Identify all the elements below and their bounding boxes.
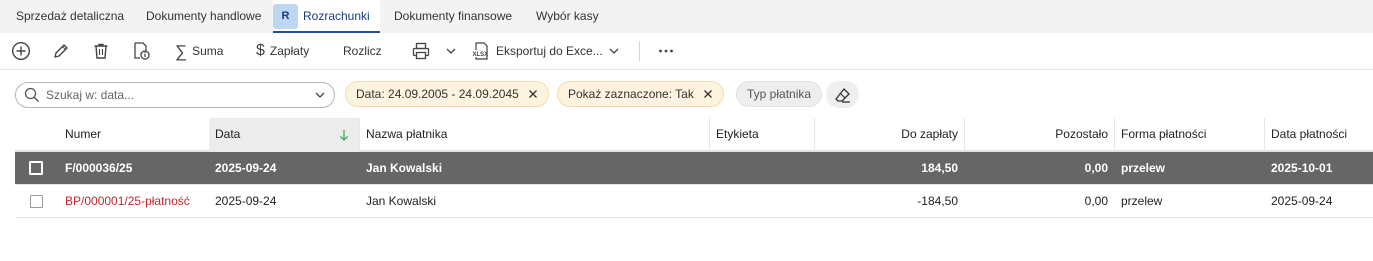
date-filter-remove-button[interactable] (528, 89, 538, 99)
chevron-down-icon[interactable] (314, 89, 326, 101)
tab-trade-documents[interactable]: Dokumenty handlowe (146, 0, 261, 33)
printer-icon (412, 42, 430, 60)
cell-date: 2025-09-24 (215, 194, 277, 208)
search-input[interactable] (46, 88, 314, 102)
show-selected-filter-label: Pokaż zaznaczone: Tak (568, 87, 694, 101)
table-row[interactable]: BP/000001/25-płatność 2025-09-24 Jan Kow… (15, 185, 1373, 218)
table-header: Numer Data Nazwa płatnika Etykieta Do za… (15, 118, 1373, 152)
eraser-icon (834, 87, 850, 103)
search-icon (24, 87, 39, 102)
settlements-table: Numer Data Nazwa płatnika Etykieta Do za… (15, 118, 1373, 218)
sum-button[interactable]: ∑ Suma (175, 38, 223, 64)
cell-remaining: 0,00 (1084, 161, 1108, 175)
cell-to-pay: 184,50 (921, 161, 958, 175)
cell-payer: Jan Kowalski (366, 161, 443, 175)
tab-settlements[interactable]: R Rozrachunki (273, 0, 380, 33)
cell-payment-date: 2025-09-24 (1271, 194, 1333, 208)
cell-payment-date: 2025-10-01 (1271, 161, 1333, 175)
sigma-icon: ∑ (175, 41, 188, 61)
xlsx-file-icon: XLSX (472, 42, 489, 60)
edit-button[interactable] (52, 38, 70, 64)
cell-remaining: 0,00 (1084, 194, 1108, 208)
more-horizontal-icon (659, 49, 673, 53)
preview-button[interactable] (131, 38, 151, 64)
column-header-tag[interactable]: Etykieta (710, 118, 814, 152)
more-button[interactable] (657, 38, 675, 64)
cell-payer: Jan Kowalski (366, 194, 437, 208)
sum-button-label: Suma (192, 44, 224, 58)
plus-circle-icon (11, 41, 31, 61)
row-checkbox[interactable] (30, 195, 43, 208)
payments-button[interactable]: $ Zapłaty (256, 38, 309, 64)
payer-type-filter-label: Typ płatnika (747, 87, 812, 101)
date-filter-label: Data: 24.09.2005 - 24.09.2045 (356, 87, 519, 101)
pencil-icon (54, 44, 68, 58)
dollar-icon: $ (256, 42, 265, 59)
delete-button[interactable] (92, 38, 110, 64)
tab-settlements-label: Rozrachunki (303, 9, 370, 23)
close-icon (703, 90, 712, 98)
cell-date: 2025-09-24 (215, 161, 277, 175)
chevron-down-icon (609, 48, 619, 54)
module-tabs: Sprzedaż detaliczna Dokumenty handlowe R… (0, 0, 1373, 33)
svg-text:XLSX: XLSX (473, 52, 489, 58)
tab-financial-documents[interactable]: Dokumenty finansowe (394, 0, 512, 33)
tab-badge: R (273, 4, 298, 29)
settle-button-label: Rozlicz (343, 44, 382, 58)
cell-tag (710, 185, 814, 218)
tab-cash-register-selection[interactable]: Wybór kasy (536, 0, 599, 33)
search-box[interactable] (15, 82, 335, 108)
column-header-date-label: Data (215, 127, 241, 141)
table-row[interactable]: F/000036/25 2025-09-24 Jan Kowalski 184,… (15, 152, 1373, 185)
export-excel-label: Eksportuj do Exce... (496, 44, 603, 58)
clear-filters-button[interactable] (826, 81, 859, 108)
cell-payment-form: przelew (1121, 194, 1163, 208)
date-filter-chip[interactable]: Data: 24.09.2005 - 24.09.2045 (345, 81, 549, 107)
export-excel-button[interactable]: XLSX Eksportuj do Exce... (471, 38, 620, 64)
cell-payment-form: przelew (1121, 161, 1166, 175)
show-selected-filter-remove-button[interactable] (703, 89, 713, 99)
row-checkbox[interactable] (29, 161, 43, 175)
toolbar: ∑ Suma $ Zapłaty Rozlicz XLSX Eksportuj … (0, 33, 1373, 70)
trash-icon (94, 43, 108, 59)
payments-button-label: Zapłaty (269, 44, 310, 58)
column-header-payment-date[interactable]: Data płatności (1265, 118, 1373, 152)
settle-button[interactable]: Rozlicz (343, 38, 382, 64)
tab-retail-sales[interactable]: Sprzedaż detaliczna (16, 0, 124, 33)
document-info-icon (134, 42, 150, 60)
filter-bar: Data: 24.09.2005 - 24.09.2045 Pokaż zazn… (0, 70, 1373, 118)
column-header-number[interactable]: Numer (59, 118, 209, 152)
sort-descending-arrow-icon (340, 130, 348, 141)
cell-to-pay: -184,50 (917, 194, 958, 208)
add-button[interactable] (11, 38, 31, 64)
cell-tag (710, 152, 814, 185)
print-button[interactable] (411, 38, 457, 64)
column-header-payment-form[interactable]: Forma płatności (1115, 118, 1264, 152)
payer-type-filter-chip[interactable]: Typ płatnika (736, 81, 823, 107)
column-header-to-pay[interactable]: Do zapłaty (815, 118, 964, 152)
toolbar-divider (639, 41, 640, 61)
chevron-down-icon[interactable] (445, 45, 457, 57)
close-icon (528, 90, 537, 98)
column-header-date[interactable]: Data (209, 118, 359, 152)
cell-number: F/000036/25 (65, 161, 133, 175)
show-selected-filter-chip[interactable]: Pokaż zaznaczone: Tak (557, 81, 724, 107)
column-header-remaining[interactable]: Pozostało (965, 118, 1114, 152)
column-header-payer[interactable]: Nazwa płatnika (360, 118, 709, 152)
cell-number[interactable]: BP/000001/25-płatność (59, 185, 209, 218)
